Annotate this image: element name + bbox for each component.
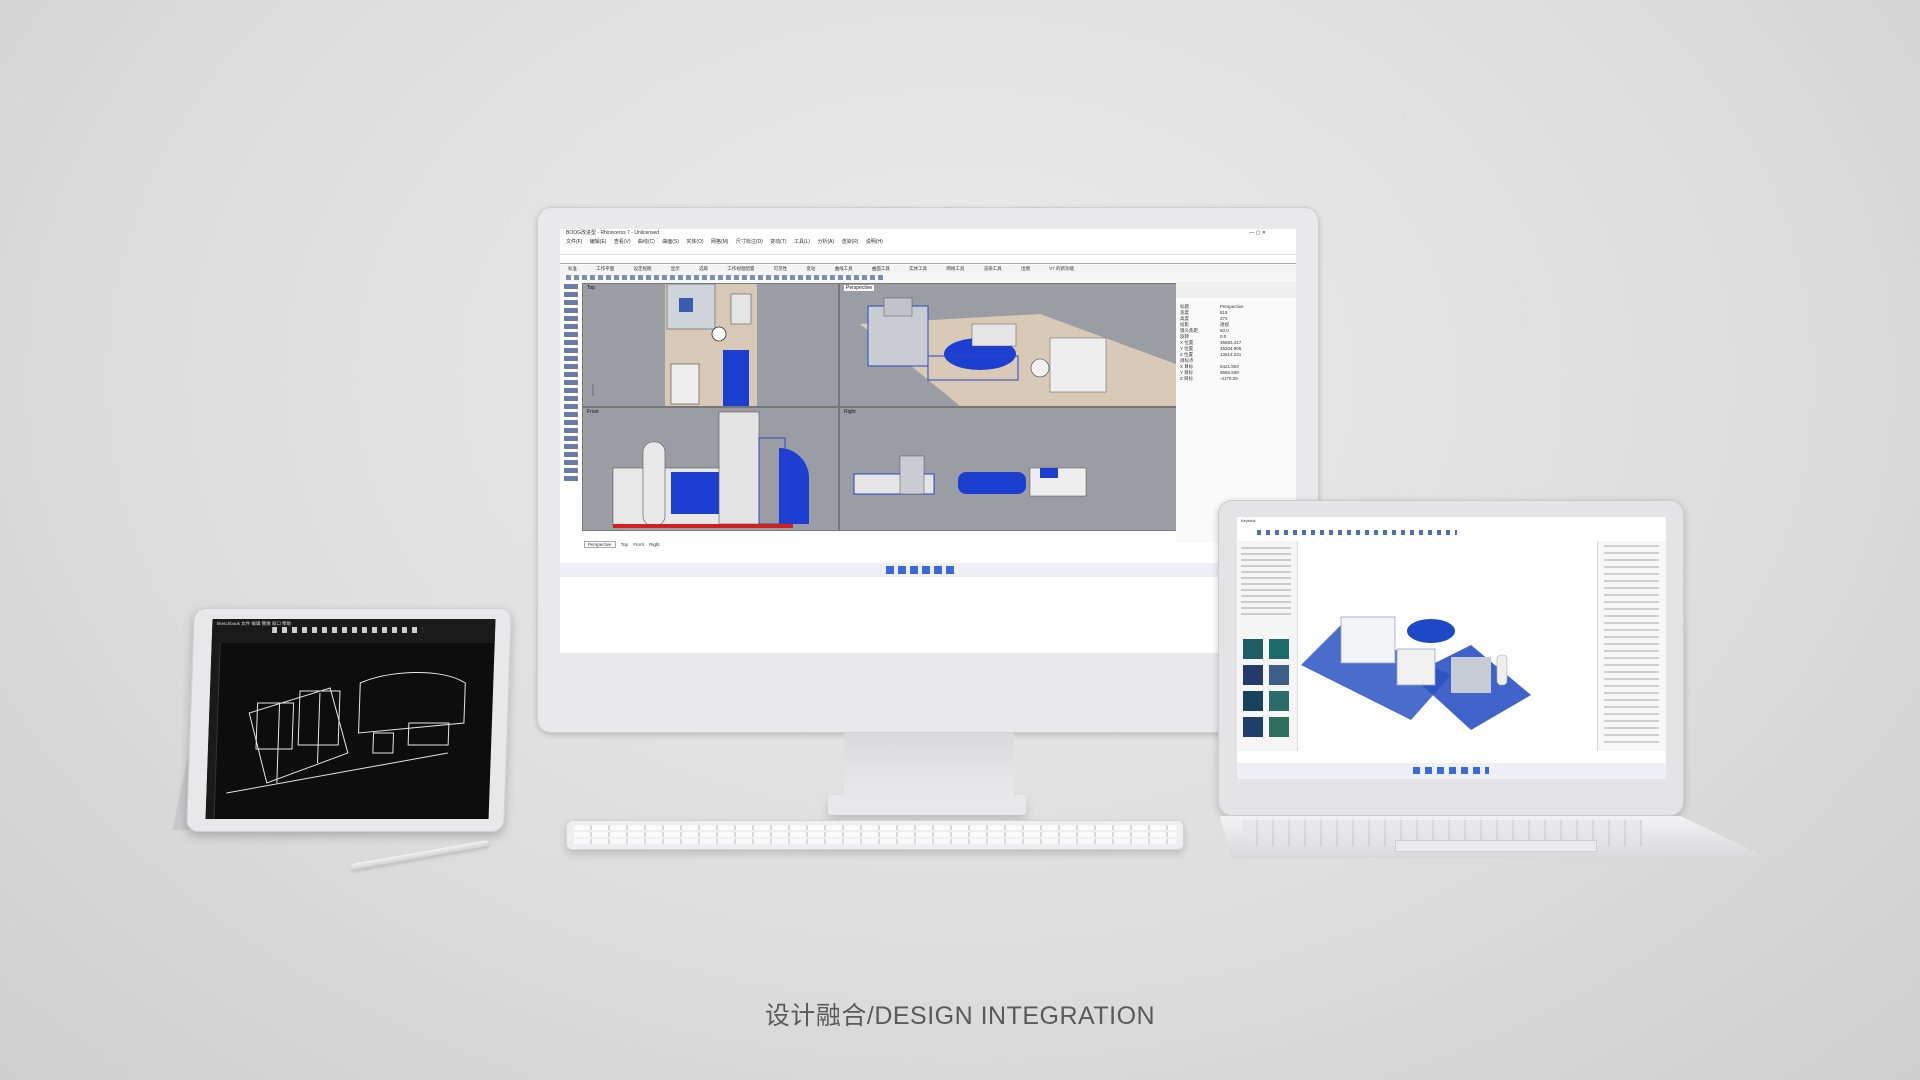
viewport-perspective[interactable]: Perspective — [839, 283, 1177, 407]
brush-tools-icon[interactable] — [272, 627, 423, 633]
desktop-monitor: BOOG改进型 - Rhinoceros 7 - Unlicensed — ▢ … — [537, 207, 1319, 733]
command-area[interactable] — [560, 246, 1296, 264]
status-bar: Perspective Top Front Right — [560, 541, 1296, 561]
material-swatch[interactable] — [1243, 665, 1263, 685]
wireframe-sketch — [226, 671, 466, 794]
viewport-front[interactable]: Front — [582, 407, 839, 531]
windows-taskbar — [560, 563, 1296, 577]
prop-row: Z 目标 -4170.29 — [1180, 376, 1238, 381]
material-swatch[interactable] — [1269, 691, 1289, 711]
keyboard — [566, 820, 1184, 850]
laptop-trackpad — [1395, 840, 1597, 852]
menu-item[interactable]: 查看(V) — [614, 239, 631, 245]
material-swatch[interactable] — [1269, 717, 1289, 737]
top-view-drawing — [592, 284, 757, 406]
material-swatch[interactable] — [1243, 639, 1263, 659]
tab[interactable]: 出图 — [1021, 266, 1030, 271]
left-toolbar[interactable] — [560, 284, 582, 534]
viewport-top[interactable]: Top — [582, 283, 839, 407]
tab[interactable]: 工作平面 — [596, 266, 614, 271]
window-controls-icon[interactable]: — ▢ ✕ — [1249, 229, 1266, 238]
tablet-toolbar[interactable]: Sketchbook 文件 编辑 图像 窗口 帮助 — [211, 619, 496, 643]
panel-toolbar[interactable] — [1176, 282, 1296, 298]
laptop-toolbar[interactable] — [1237, 525, 1666, 539]
viewport-tab[interactable]: Perspective — [584, 541, 616, 548]
stylus-pen — [350, 839, 490, 871]
menu-item[interactable]: 网格(M) — [711, 239, 729, 245]
menu-item[interactable]: 变动(T) — [770, 239, 786, 245]
material-swatch[interactable] — [1269, 639, 1289, 659]
menu-item[interactable]: 曲线(C) — [638, 239, 655, 245]
tab[interactable]: 曲线工具 — [835, 266, 853, 271]
page-caption: 设计融合/DESIGN INTEGRATION — [764, 1002, 1156, 1030]
menu-item[interactable]: 分析(A) — [817, 239, 834, 245]
menu-item[interactable]: 渲染(R) — [842, 239, 859, 245]
right-view-drawing — [853, 455, 1087, 497]
laptop-taskbar — [1237, 763, 1666, 779]
tab[interactable]: V7 的新功能 — [1049, 266, 1074, 271]
rhino-title-bar: BOOG改进型 - Rhinoceros 7 - Unlicensed — ▢ … — [560, 229, 1296, 238]
tab[interactable]: 实体工具 — [909, 266, 927, 271]
material-swatch[interactable] — [1243, 691, 1263, 711]
tab[interactable]: 渲染工具 — [984, 266, 1002, 271]
monitor-screen: BOOG改进型 - Rhinoceros 7 - Unlicensed — ▢ … — [560, 229, 1296, 653]
front-view-drawing — [612, 411, 809, 528]
laptop: Keyshot — [1218, 500, 1684, 816]
tab[interactable]: 标准 — [568, 266, 577, 271]
taskbar-icons[interactable] — [886, 566, 956, 574]
taskbar-icons[interactable] — [1413, 767, 1489, 774]
viewport-tab[interactable]: Top — [621, 542, 628, 547]
tab[interactable]: 网格工具 — [946, 266, 964, 271]
menu-item[interactable]: 工具(L) — [794, 239, 810, 245]
material-swatch[interactable] — [1269, 665, 1289, 685]
toolbar-icons[interactable] — [560, 273, 1296, 282]
viewport-tab[interactable]: Right — [649, 542, 660, 547]
monitor-bezel: BOOG改进型 - Rhinoceros 7 - Unlicensed — ▢ … — [537, 207, 1319, 733]
material-library-panel[interactable] — [1237, 541, 1298, 751]
monitor-foot — [828, 795, 1026, 815]
menu-item[interactable]: 说明(H) — [866, 239, 883, 245]
menu-item[interactable]: 编辑(E) — [590, 239, 607, 245]
tablet: Sketchbook 文件 编辑 图像 窗口 帮助 — [186, 608, 512, 832]
rhino-menu-bar: 文件(F) 编辑(E) 查看(V) 曲线(C) 曲面(S) 实体(O) 网格(M… — [560, 238, 1296, 246]
tab[interactable]: 显示 — [671, 266, 680, 271]
properties-panel[interactable] — [1597, 541, 1666, 751]
render-viewport[interactable] — [1301, 545, 1536, 745]
toolbar-tabs: 标准 工作平面 设定视图 显示 选取 工作视窗配置 可见性 变动 曲线工具 曲面… — [560, 265, 1296, 273]
viewport-tab[interactable]: Front — [633, 542, 644, 547]
material-swatch[interactable] — [1243, 717, 1263, 737]
tab[interactable]: 工作视窗配置 — [727, 266, 754, 271]
tab[interactable]: 变动 — [806, 266, 815, 271]
tab[interactable]: 曲面工具 — [872, 266, 890, 271]
laptop-app-title: Keyshot — [1241, 518, 1256, 523]
menu-item[interactable]: 尺寸标注(D) — [736, 239, 763, 245]
tab[interactable]: 选取 — [699, 266, 708, 271]
laptop-title-bar: Keyshot — [1237, 517, 1666, 524]
viewport-right[interactable]: Right — [839, 407, 1177, 531]
tab[interactable]: 可见性 — [774, 266, 788, 271]
menu-item[interactable]: 文件(F) — [566, 239, 582, 245]
menu-item[interactable]: 曲面(S) — [662, 239, 679, 245]
perspective-drawing — [860, 297, 1176, 406]
tab[interactable]: 设定视图 — [634, 266, 652, 271]
rhino-title: BOOG改进型 - Rhinoceros 7 - Unlicensed — [566, 230, 660, 236]
menu-item[interactable]: 实体(O) — [686, 239, 703, 245]
laptop-screen: Keyshot — [1237, 517, 1666, 779]
tablet-screen: Sketchbook 文件 编辑 图像 窗口 帮助 — [205, 619, 496, 819]
